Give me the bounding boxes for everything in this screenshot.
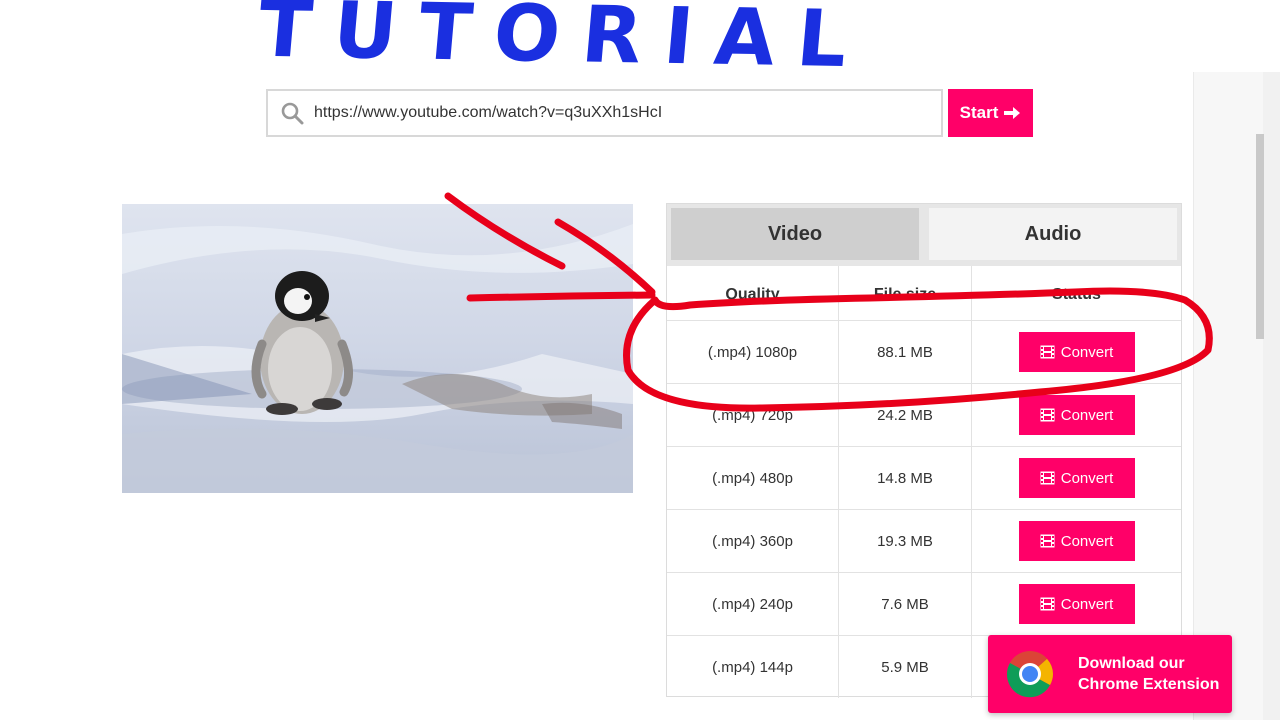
formats-table: Quality File size Status (.mp4) 1080p 88.… [667, 266, 1181, 698]
quality-cell: (.mp4) 240p [712, 595, 793, 613]
status-cell: Convert [971, 510, 1181, 572]
start-button[interactable]: Start [948, 89, 1033, 137]
file-size-cell: 24.2 MB [838, 384, 971, 446]
convert-button[interactable]: Convert [1018, 584, 1135, 624]
tab-video[interactable]: Video [671, 208, 919, 260]
file-size-cell: 7.6 MB [838, 573, 971, 635]
url-search-box[interactable] [266, 89, 943, 137]
handwritten-tutorial-title: TUTORIAL [254, 0, 873, 86]
convert-button-label: Convert [1060, 595, 1114, 613]
chrome-banner-line1: Download our [1078, 655, 1185, 672]
table-row: (.mp4) 480p 14.8 MB Convert [667, 446, 1181, 509]
convert-button[interactable]: Convert [1018, 458, 1135, 498]
convert-button-label: Convert [1060, 532, 1114, 550]
quality-cell: (.mp4) 480p [712, 469, 793, 487]
status-cell: Convert [971, 573, 1181, 635]
quality-cell: (.mp4) 144p [712, 658, 793, 676]
quality-cell: (.mp4) 360p [712, 532, 793, 550]
convert-button[interactable]: Convert [1018, 521, 1135, 561]
scrollbar-thumb[interactable] [1256, 134, 1264, 339]
quality-cell: (.mp4) 1080p [707, 343, 798, 361]
file-size-cell: 88.1 MB [838, 321, 971, 383]
film-icon [1040, 471, 1055, 485]
status-cell: Convert [971, 321, 1181, 383]
table-row: (.mp4) 1080p 88.1 MB Convert [667, 320, 1181, 383]
film-icon [1040, 345, 1055, 359]
file-size-cell: 19.3 MB [838, 510, 971, 572]
chrome-icon [1006, 651, 1053, 698]
url-input[interactable] [314, 104, 941, 122]
quality-cell: (.mp4) 720p [712, 406, 793, 424]
video-thumbnail [122, 204, 633, 493]
tab-audio[interactable]: Audio [929, 208, 1177, 260]
start-button-label: Start [959, 103, 999, 122]
film-icon [1040, 597, 1055, 611]
convert-button[interactable]: Convert [1018, 395, 1135, 435]
table-row: (.mp4) 360p 19.3 MB Convert [667, 509, 1181, 572]
table-header-row: Quality File size Status [667, 266, 1181, 320]
file-size-cell: 14.8 MB [838, 447, 971, 509]
convert-button-label: Convert [1060, 343, 1114, 361]
status-cell: Convert [971, 447, 1181, 509]
table-row: (.mp4) 240p 7.6 MB Convert [667, 572, 1181, 635]
convert-button-label: Convert [1060, 469, 1114, 487]
convert-button-label: Convert [1060, 406, 1114, 424]
header-file-size: File size [838, 266, 971, 320]
chrome-extension-banner[interactable]: Download our Chrome Extension [988, 635, 1232, 713]
right-side-panel [1193, 72, 1263, 720]
scrollbar-track[interactable] [1263, 72, 1280, 720]
search-icon [281, 102, 304, 125]
file-size-cell: 5.9 MB [838, 636, 971, 698]
table-row: (.mp4) 720p 24.2 MB Convert [667, 383, 1181, 446]
format-tabs: Video Audio [667, 204, 1181, 266]
header-quality: Quality [725, 286, 780, 303]
film-icon [1040, 408, 1055, 422]
arrow-right-icon [1004, 107, 1021, 119]
chrome-banner-text: Download our Chrome Extension [1078, 653, 1219, 695]
chrome-banner-line2: Chrome Extension [1078, 676, 1220, 693]
header-status: Status [971, 266, 1181, 320]
film-icon [1040, 534, 1055, 548]
status-cell: Convert [971, 384, 1181, 446]
download-options-panel: Video Audio Quality File size Status (.m… [666, 203, 1182, 698]
convert-button[interactable]: Convert [1018, 332, 1135, 372]
